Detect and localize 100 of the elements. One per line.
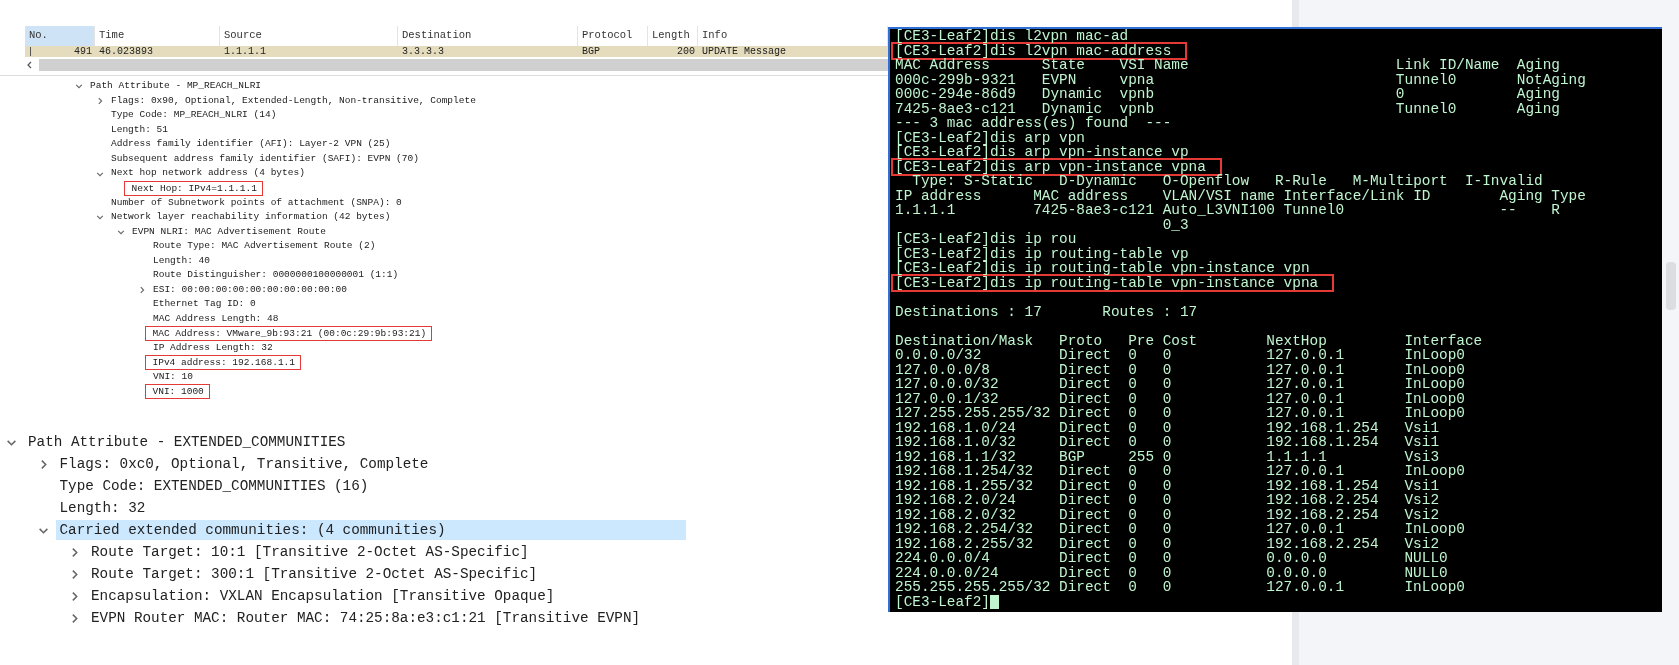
table-cell-text: 255.255.255.255/32 <box>895 580 1052 595</box>
table-cell-text: 192.168.2.0/24 <box>895 493 1017 508</box>
table-cell: R <box>1551 203 1560 218</box>
table-cell-text: VSI Name <box>1119 58 1190 73</box>
command-line: [CE3-Leaf2]dis l2vpn mac-address <box>895 42 1172 59</box>
tree-item[interactable]: Path Attribute - EXTENDED_COMMUNITIES <box>24 432 686 453</box>
table-cell-text: vpna <box>1119 72 1156 87</box>
command-line: [CE3-Leaf2]dis l2vpn mac-ad <box>895 29 1129 44</box>
table-cell: Vsi1 <box>1404 435 1440 450</box>
tree-item[interactable]: MAC Address Length: 48 <box>153 311 279 327</box>
table-cell: Aging <box>1516 87 1560 102</box>
chevron-down-icon[interactable] <box>96 169 104 178</box>
tree-item[interactable]: Length: 32 <box>55 498 686 519</box>
table-cell-text: 1.1.1.1 <box>1266 449 1328 464</box>
table-cell-text: 0 <box>1162 362 1173 377</box>
tree-item[interactable]: VNI: 1000 <box>145 384 210 400</box>
tree-item[interactable]: Route Distinguisher: 0000000100000001 (1:1) <box>153 268 399 283</box>
table-cell-text: 3.3.3.3 <box>401 46 445 57</box>
table-cell-text: 0 <box>1128 362 1138 377</box>
tree-item[interactable]: EVPN Router MAC: Router MAC: 74:25:8a:e3:c1:21 [Transitive EVPN] <box>87 608 686 629</box>
chevron-right-icon[interactable] <box>138 285 146 294</box>
table-cell-text: 0 <box>1128 348 1138 363</box>
chevron-right-icon[interactable] <box>96 96 104 105</box>
tree-item[interactable]: Length: 51 <box>111 122 168 138</box>
table-cell-text: 192.168.2.255/32 <box>895 536 1035 551</box>
tree-item[interactable]: Route Type: MAC Advertisement Route (2) <box>153 239 376 254</box>
tree-item[interactable]: EVPN NLRI: MAC Advertisement Route <box>132 224 326 239</box>
table-cell-text: Destination/Mask <box>895 333 1035 348</box>
tree-item[interactable]: ESI: 00:00:00:00:00:00:00:00:00:00 <box>153 282 347 298</box>
table-cell-text: 0 <box>1162 522 1173 537</box>
table-cell-text: 127.0.0.1 <box>1266 362 1346 377</box>
table-cell-text: 127.0.0.1 <box>1266 522 1346 537</box>
table-cell-text: 192.168.1.254/32 <box>895 464 1035 479</box>
table-cell-text: Direct <box>1059 478 1112 493</box>
tree-item[interactable]: Ethernet Tag ID: 0 <box>153 297 256 312</box>
table-cell: NULL0 <box>1404 565 1448 580</box>
table-cell-text: 0 <box>1128 536 1138 551</box>
table-cell-text: vpnb <box>1119 87 1156 102</box>
tree-item[interactable]: Route Target: 300:1 [Transitive 2-Octet AS-Specific] <box>87 564 686 585</box>
table-cell-text: 127.0.0.1/32 <box>895 391 999 406</box>
table-cell-text: 192.168.2.254 <box>1266 536 1380 551</box>
command-line: [CE3-Leaf2]dis arp vpn-instance vp <box>895 144 1189 160</box>
tree-item[interactable]: MAC Address: VMware_9b:93:21 (00:0c:29:9b:93:21) <box>145 326 433 342</box>
table-cell-text: MAC Address <box>895 58 990 73</box>
table-cell-text: 0.0.0.0 <box>1266 551 1328 566</box>
scrollbar-thumb[interactable] <box>39 59 888 71</box>
output-line: --- 3 mac address(es) found --- <box>895 115 1172 131</box>
table-cell: Aging <box>1516 101 1560 116</box>
table-cell-text: 46.023893 <box>98 46 154 57</box>
chevron-down-icon[interactable] <box>75 82 83 91</box>
column-header[interactable]: No. <box>25 26 95 46</box>
command-line: [CE3-Leaf2]dis ip routing-table vpn-instance vpn <box>895 260 1310 276</box>
tree-item[interactable]: IP Address Length: 32 <box>153 341 273 356</box>
tree-item[interactable]: Flags: 0x90, Optional, Extended-Length, Non-transitive, Complete <box>111 93 476 108</box>
chevron-down-icon[interactable] <box>117 227 125 236</box>
table-cell-text: 0 <box>1162 348 1173 363</box>
table-cell-text: 7425-8ae3-c121 <box>895 101 1016 116</box>
table-cell-text: Direct <box>1059 406 1112 421</box>
table-cell: Vsi1 <box>1404 420 1440 435</box>
table-cell-text: EVPN <box>1041 72 1077 87</box>
table-cell-text: 127.0.0.1 <box>1266 406 1346 421</box>
table-cell-text: 0 <box>1128 377 1138 392</box>
scrollbar-thumb[interactable] <box>1666 262 1676 310</box>
table-cell-text: BGP <box>1059 449 1085 464</box>
table-cell: InLoop0 <box>1404 522 1465 537</box>
table-cell-text: Aging <box>1499 188 1544 203</box>
table-cell-text: 0 <box>1162 406 1173 421</box>
table-cell-text: 127.0.0.1 <box>1266 464 1346 479</box>
table-cell-text: Interface/Link ID <box>1283 188 1431 203</box>
table-cell-text: Dynamic <box>1041 101 1103 116</box>
tree-item[interactable]: Length: 40 <box>153 253 210 268</box>
table-cell-text: 127.0.0.0/32 <box>895 377 1000 392</box>
tree-item[interactable]: Encapsulation: VXLAN Encapsulation [Transitive Opaque] <box>87 586 686 607</box>
table-cell-text: 127.0.0.1 <box>1266 348 1346 363</box>
tree-item[interactable]: Path Attribute - MP_REACH_NLRI <box>90 79 262 94</box>
tree-item[interactable]: Flags: 0xc0, Optional, Transitive, Complete <box>55 454 686 475</box>
table-cell-text: 0 <box>1128 551 1138 566</box>
tree-item[interactable]: Carried extended communities: (4 communities) <box>55 520 686 541</box>
table-cell-text: 192.168.1.0/24 <box>895 420 1017 435</box>
table-cell: InLoop0 <box>1404 377 1465 392</box>
tree-item[interactable]: Type Code: EXTENDED_COMMUNITIES (16) <box>55 476 686 497</box>
table-cell-text: Proto <box>1059 333 1103 348</box>
tree-item[interactable]: Route Target: 10:1 [Transitive 2-Octet AS-Specific] <box>87 542 686 563</box>
tree-item[interactable]: Address family identifier (AFI): Layer-2 VPN (25) <box>111 137 391 152</box>
chevron-down-icon[interactable] <box>96 213 104 222</box>
table-cell-text: Direct <box>1059 493 1112 508</box>
tree-item[interactable]: Type Code: MP_REACH_NLRI (14) <box>111 108 277 123</box>
tree-item[interactable]: VNI: 10 <box>153 370 193 385</box>
tree-item[interactable]: Network layer reachability information (42 bytes) <box>111 210 391 225</box>
table-cell: Vsi2 <box>1404 536 1440 551</box>
table-cell: InLoop0 <box>1404 362 1465 377</box>
tree-item[interactable]: IPv4 address: 192.168.1.1 <box>145 355 302 371</box>
tree-item[interactable]: Next hop network address (4 bytes) <box>111 166 305 181</box>
tree-item[interactable]: Next Hop: IPv4=1.1.1.1 <box>124 180 263 196</box>
table-cell-text: NextHop <box>1266 333 1328 348</box>
table-cell-text: -- <box>1499 203 1517 218</box>
tree-item[interactable]: Number of Subnetwork points of attachment (SNPA): 0 <box>111 195 402 210</box>
table-cell-text: 0 <box>1162 551 1173 566</box>
tree-item[interactable]: Subsequent address family identifier (SAFI): EVPN (70) <box>111 151 419 167</box>
command-line: [CE3-Leaf2]dis ip rou <box>895 231 1077 247</box>
